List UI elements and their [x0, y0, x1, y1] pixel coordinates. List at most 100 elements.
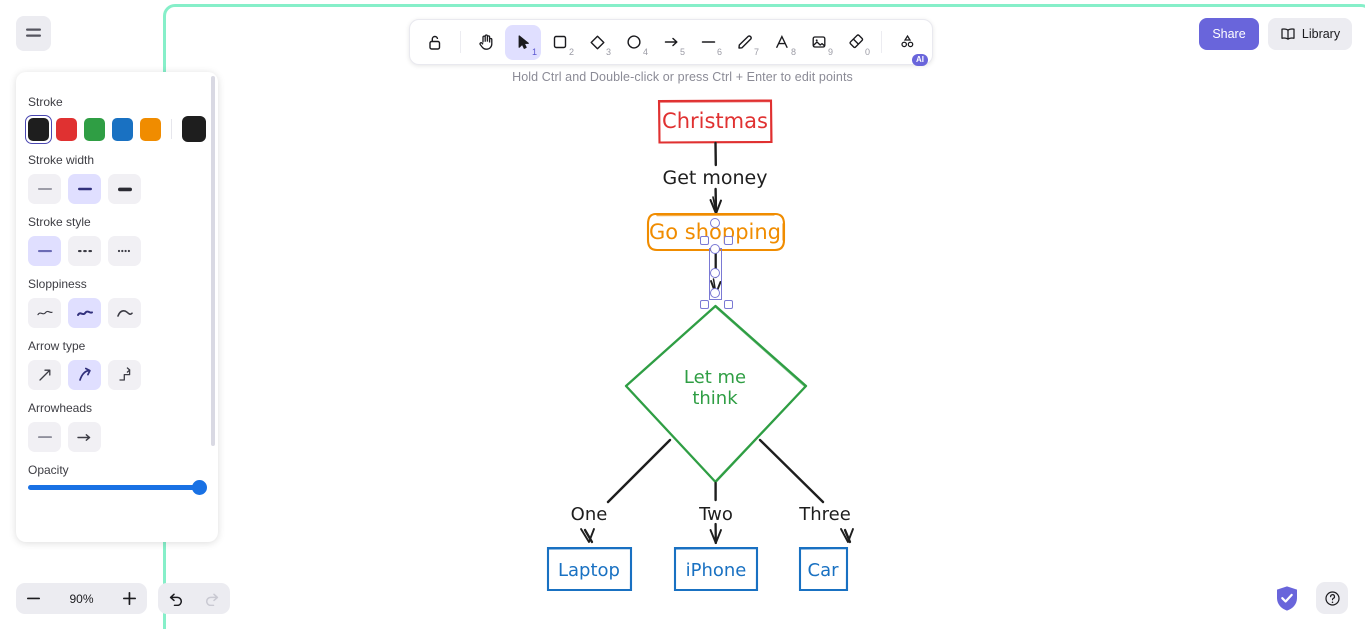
tool-lock[interactable] — [417, 25, 453, 60]
zoom-controls[interactable]: 90% — [16, 583, 147, 614]
tool-shapes-ai[interactable]: AI — [889, 25, 928, 66]
stroke-width-row[interactable] — [28, 174, 206, 204]
circle-icon — [627, 35, 641, 49]
stroke-style-row[interactable] — [28, 236, 206, 266]
tool-rectangle[interactable]: 2 — [542, 25, 578, 60]
arrowhead-arrow-icon — [77, 433, 91, 441]
tool-shortcut-arrow: 5 — [679, 46, 685, 57]
tool-selection[interactable]: 1 — [505, 24, 541, 60]
toolbar-divider-2 — [881, 31, 882, 53]
redo-icon — [205, 593, 219, 606]
tool-line[interactable]: 6 — [690, 25, 726, 60]
tool-ellipse[interactable]: 4 — [616, 25, 652, 60]
sloppiness-section-label: Sloppiness — [28, 277, 87, 291]
selection-handle-top-left[interactable] — [700, 236, 709, 245]
laptop-text: Laptop — [558, 560, 620, 581]
panel-scrollbar[interactable] — [211, 76, 215, 446]
selection-handle-bottom-right[interactable] — [724, 300, 733, 309]
two-label: Two — [698, 504, 733, 525]
stroke-swatch-blue[interactable] — [112, 117, 134, 141]
library-button[interactable]: Library — [1268, 18, 1352, 50]
sloppiness-artist[interactable] — [68, 298, 101, 328]
arrow-elbow-icon — [118, 367, 130, 381]
tool-shortcut-draw: 7 — [753, 46, 759, 57]
let-me-think-text-line1: Let me — [684, 367, 746, 388]
arrow-type-elbow[interactable] — [108, 360, 141, 390]
stroke-swatch-red[interactable] — [56, 117, 78, 141]
tool-arrow[interactable]: 5 — [653, 25, 689, 60]
tool-shortcut-image: 9 — [827, 46, 833, 57]
arrow-curved-icon — [78, 367, 91, 381]
selection-handle-end-point[interactable] — [710, 288, 720, 298]
tool-eraser[interactable]: 0 — [838, 25, 874, 60]
tool-shortcut-text: 8 — [790, 46, 796, 57]
line-thin-icon — [37, 188, 52, 190]
selection-handle-midpoint-top[interactable] — [710, 218, 720, 228]
tool-diamond[interactable]: 3 — [579, 25, 615, 60]
undo-button[interactable] — [158, 583, 194, 614]
hand-icon — [478, 34, 492, 50]
stroke-width-extrabold[interactable] — [108, 174, 141, 204]
tool-shortcut-line: 6 — [716, 46, 722, 57]
stroke-swatch-row[interactable] — [24, 114, 207, 144]
tool-hand[interactable] — [468, 25, 504, 60]
stroke-swatch-green[interactable] — [84, 117, 106, 141]
selection-handle-top-right[interactable] — [724, 236, 733, 245]
arrowhead-end[interactable] — [68, 422, 101, 452]
tool-text[interactable]: 8 — [764, 25, 800, 60]
main-menu-button[interactable] — [16, 16, 51, 51]
arrow-type-row[interactable] — [28, 360, 206, 390]
opacity-slider-wrap[interactable] — [28, 480, 207, 495]
opacity-slider[interactable] — [28, 480, 207, 495]
zoom-in-button[interactable] — [114, 583, 145, 614]
sloppiness-cartoonist[interactable] — [108, 298, 141, 328]
sloppiness-architect[interactable] — [28, 298, 61, 328]
arrow-type-sharp[interactable] — [28, 360, 61, 390]
selection-handle-start-point[interactable] — [710, 244, 720, 254]
redo-button[interactable] — [194, 583, 230, 614]
stroke-style-solid[interactable] — [28, 236, 61, 266]
tool-draw[interactable]: 7 — [727, 25, 763, 60]
square-icon — [553, 35, 567, 49]
arrow-type-curved[interactable] — [68, 360, 101, 390]
zoom-level-value[interactable]: 90% — [69, 592, 93, 606]
get-money-label: Get money — [662, 167, 767, 189]
stroke-swatch-orange[interactable] — [140, 117, 162, 141]
selection-handle-bottom-left[interactable] — [700, 300, 709, 309]
tool-image[interactable]: 9 — [801, 25, 837, 60]
zoom-out-button[interactable] — [18, 583, 49, 614]
stroke-width-bold[interactable] — [68, 174, 101, 204]
share-label: Share — [1212, 27, 1246, 41]
help-button[interactable] — [1316, 582, 1348, 614]
stroke-swatch-black[interactable] — [24, 114, 53, 144]
stroke-style-dashed[interactable] — [68, 236, 101, 266]
encryption-shield-button[interactable] — [1275, 585, 1299, 612]
let-me-think-text-line2: think — [692, 388, 738, 409]
style-solid-icon — [37, 250, 52, 253]
branch-arrow-one[interactable] — [580, 438, 672, 544]
arrowheads-row[interactable] — [28, 422, 206, 452]
arrowhead-start[interactable] — [28, 422, 61, 452]
arrow-type-section-label: Arrow type — [28, 339, 86, 353]
share-button[interactable]: Share — [1199, 18, 1259, 50]
history-controls[interactable] — [158, 583, 230, 614]
lock-open-icon — [429, 35, 441, 50]
help-circle-icon — [1324, 590, 1340, 606]
branch-arrow-three[interactable] — [758, 438, 854, 544]
plus-icon — [123, 592, 136, 605]
arrowhead-none-icon — [37, 436, 52, 438]
toolbar-divider-1 — [460, 31, 461, 53]
stroke-style-dotted[interactable] — [108, 236, 141, 266]
arrow-right-icon — [664, 37, 678, 47]
sloppiness-architect-icon — [36, 310, 53, 316]
properties-panel[interactable]: Stroke Stroke width Stroke style Sloppin… — [16, 72, 218, 542]
book-icon — [1281, 28, 1295, 40]
stroke-width-thin[interactable] — [28, 174, 61, 204]
opacity-slider-knob[interactable] — [192, 480, 207, 495]
sloppiness-row[interactable] — [28, 298, 206, 328]
main-toolbar[interactable]: 1 2 3 4 5 6 7 8 9 0 AI — [409, 19, 933, 66]
stroke-current-color[interactable] — [182, 116, 207, 142]
selection-handle-midpoint[interactable] — [710, 268, 720, 278]
style-dashed-icon — [77, 250, 92, 253]
pencil-icon — [738, 35, 752, 49]
